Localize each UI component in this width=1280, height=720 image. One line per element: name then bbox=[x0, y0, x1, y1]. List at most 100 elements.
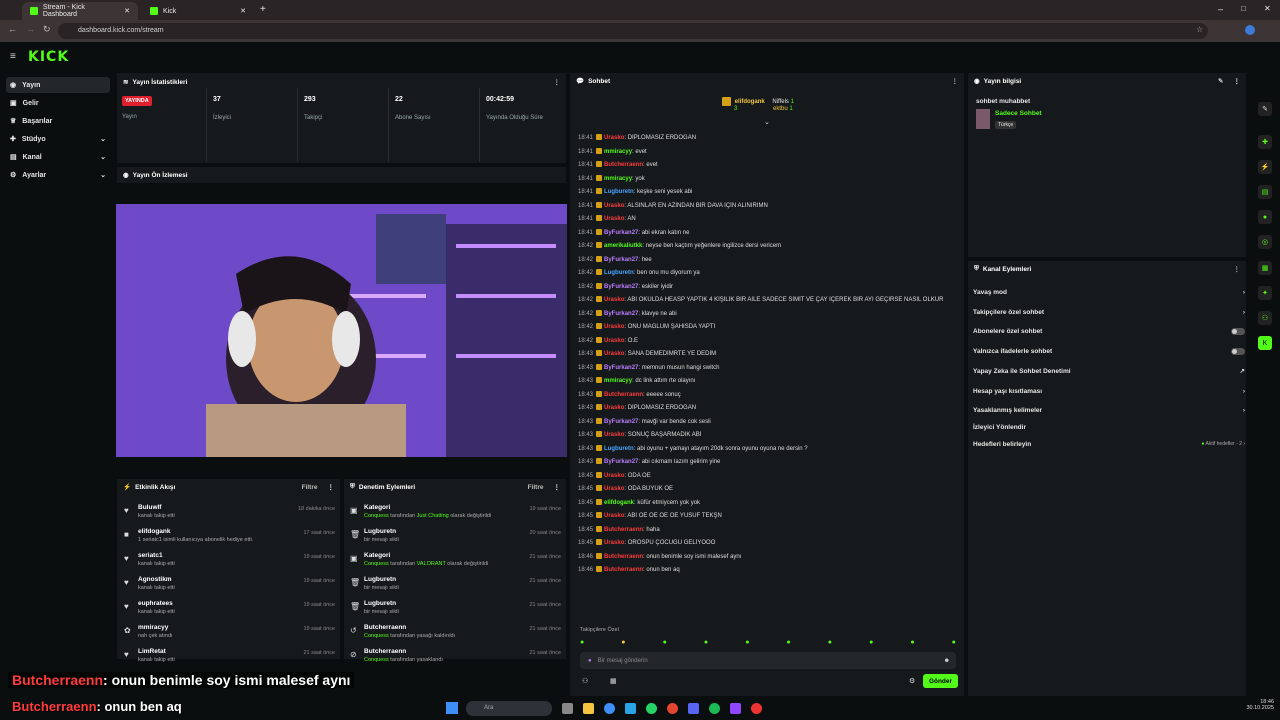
chat-username[interactable]: ByFurkan27 bbox=[604, 365, 638, 371]
chat-message[interactable]: 18:41 mmiracyy: yok bbox=[578, 174, 953, 183]
chat-username[interactable]: Urasko bbox=[604, 297, 624, 303]
action-emote-only[interactable]: Yalnızca ifadelerle sohbet bbox=[973, 344, 1245, 358]
action-goals[interactable]: Hedefleri belirleyin ● Aktif hedefler - 2… bbox=[973, 437, 1245, 451]
emote-icon[interactable]: ● bbox=[910, 639, 914, 646]
toggle-switch[interactable] bbox=[1231, 347, 1245, 355]
sidebar-item-kanal[interactable]: ▤ Kanal ⌄ bbox=[6, 149, 110, 165]
list-item[interactable]: ♥ Buluwlf kanalı takip etti 18 dakika önce bbox=[122, 504, 337, 528]
calendar-icon[interactable]: ▦ bbox=[610, 677, 617, 685]
new-tab-icon[interactable]: + bbox=[260, 4, 266, 15]
emoji-icon[interactable]: ☻ bbox=[944, 658, 950, 664]
list-item[interactable]: ✿ mmiracyy nah çek atındı 19 saat önce bbox=[122, 624, 337, 648]
chat-message[interactable]: 18:41 Urasko: AN bbox=[578, 215, 953, 223]
chat-tool-icon[interactable]: ● bbox=[1258, 210, 1272, 224]
emote-icon[interactable]: ● bbox=[745, 639, 749, 646]
emote-icon[interactable]: ● bbox=[828, 639, 832, 646]
chat-message[interactable]: 18:43 Urasko: SONUÇ BAŞARMADIK ABİ bbox=[578, 431, 953, 439]
chat-message[interactable]: 18:43 Butcherraenn: eeeee sonuç bbox=[578, 390, 953, 399]
broadcast-tool-icon[interactable]: ◎ bbox=[1258, 235, 1272, 249]
chat-username[interactable]: Urasko bbox=[604, 324, 624, 330]
table-row[interactable]: 🗑 Lugburetn bir mesajı sildi 21 saat önce bbox=[348, 600, 563, 624]
chat-username[interactable]: ByFurkan27 bbox=[604, 257, 638, 263]
more-options-icon[interactable]: ⋮ bbox=[554, 78, 561, 86]
table-row[interactable]: 🗑 Lugburetn bir mesajı sildi 21 saat önce bbox=[348, 576, 563, 600]
chat-message[interactable]: 18:42 Lugburetn: ben onu mu diyorum ya bbox=[578, 269, 953, 277]
chat-username[interactable]: ByFurkan27 bbox=[604, 284, 638, 290]
kick-tool-icon[interactable]: K bbox=[1258, 336, 1272, 350]
edit-icon[interactable]: ✎ bbox=[1218, 77, 1223, 85]
chat-username[interactable]: Butcherraenn bbox=[604, 392, 643, 398]
chat-message[interactable]: 18:41 Butcherraenn: evet bbox=[578, 161, 953, 169]
table-row[interactable]: ▣ Kategori Conquess tarafından Just Chatti… bbox=[348, 504, 563, 528]
chat-message[interactable]: 18:43 ByFurkan27: mavği var bende cok ses… bbox=[578, 417, 953, 426]
tab-kick[interactable]: Kick ✕ bbox=[142, 2, 254, 20]
chat-username[interactable]: Lugburetn bbox=[604, 270, 634, 276]
reload-icon[interactable]: ↻ bbox=[43, 24, 51, 35]
more-options-icon[interactable]: ⋮ bbox=[554, 483, 561, 491]
obs-icon[interactable] bbox=[751, 703, 762, 714]
chat-username[interactable]: ByFurkan27 bbox=[604, 419, 638, 425]
chat-username[interactable]: Urasko bbox=[604, 473, 624, 479]
chat-message[interactable]: 18:45 Urasko: ODA OE bbox=[578, 471, 953, 480]
chat-message[interactable]: 18:45 Urasko: ABİ OE OE OE OE YUSUF TEKŞN bbox=[578, 512, 953, 520]
emote-icon[interactable]: ● bbox=[704, 639, 708, 646]
gifter-name[interactable]: Niffels bbox=[772, 99, 789, 105]
sidebar-item-basarilar[interactable]: ♕ Başarılar bbox=[6, 113, 110, 129]
chat-username[interactable]: Lugburetn bbox=[604, 189, 634, 195]
chat-username[interactable]: amerikaliutkk bbox=[604, 243, 642, 249]
app-icon[interactable] bbox=[730, 703, 741, 714]
chat-message[interactable]: 18:46 Butcherraenn: onun benimle soy ismi… bbox=[578, 552, 953, 561]
close-tab-icon[interactable]: ✕ bbox=[124, 7, 130, 15]
more-options-icon[interactable]: ⋮ bbox=[328, 483, 335, 491]
maximize-icon[interactable]: □ bbox=[1241, 4, 1246, 13]
taskbar-search[interactable]: Ara bbox=[466, 701, 552, 716]
users-tool-icon[interactable]: ⚇ bbox=[1258, 311, 1272, 325]
toggle-switch[interactable] bbox=[1231, 327, 1245, 335]
action-slow-mode[interactable]: Yavaş mod › bbox=[973, 285, 1245, 299]
chat-message[interactable]: 18:45 Urasko: OROSPU ÇOCUĞU GELİYOOO bbox=[578, 539, 953, 547]
chat-username[interactable]: Butcherraenn bbox=[604, 527, 643, 533]
back-icon[interactable]: ← bbox=[8, 24, 17, 34]
action-subscribers-only[interactable]: Abonelere özel sohbet bbox=[973, 324, 1245, 338]
send-button[interactable]: Gönder bbox=[923, 674, 958, 688]
start-icon[interactable] bbox=[446, 702, 458, 714]
chat-username[interactable]: ByFurkan27 bbox=[604, 311, 638, 317]
action-followers-only[interactable]: Takipçilere özel sohbet › bbox=[973, 305, 1245, 319]
users-icon[interactable]: ⚇ bbox=[582, 677, 588, 685]
chevron-down-icon[interactable]: ⌄ bbox=[764, 118, 770, 126]
chat-username[interactable]: Urasko bbox=[604, 486, 624, 492]
table-row[interactable]: ↺ Butcherraenn Conquess tarafından yasağı … bbox=[348, 624, 563, 648]
minimize-icon[interactable]: – bbox=[1218, 4, 1223, 14]
chat-username[interactable]: Urasko bbox=[604, 351, 624, 357]
chat-message[interactable]: 18:42 ByFurkan27: klavye ne abi bbox=[578, 309, 953, 318]
chat-username[interactable]: Urasko bbox=[604, 513, 624, 519]
folder-icon[interactable] bbox=[583, 703, 594, 714]
tool-icon[interactable]: ✚ bbox=[1258, 135, 1272, 149]
sidebar-item-yayin[interactable]: ◉ Yayın bbox=[6, 77, 110, 93]
chat-username[interactable]: ByFurkan27 bbox=[604, 230, 638, 236]
more-options-icon[interactable]: ⋮ bbox=[1234, 77, 1241, 85]
chat-username[interactable]: ByFurkan27 bbox=[604, 459, 638, 465]
chat-username[interactable]: mmiracyy bbox=[604, 149, 632, 155]
chat-username[interactable]: Urasko bbox=[604, 540, 624, 546]
action-ai-moderation[interactable]: Yapay Zeka ile Sohbet Denetimi ↗ bbox=[973, 364, 1245, 378]
chat-message[interactable]: 18:46 Butcherraenn: onun ben aq bbox=[578, 566, 953, 574]
chat-message[interactable]: 18:45 elifdogank: küfür etmiycem yok yok bbox=[578, 498, 953, 507]
emote-icon[interactable]: ● bbox=[580, 639, 584, 646]
forward-icon[interactable]: → bbox=[26, 24, 35, 34]
close-tab-icon[interactable]: ✕ bbox=[240, 7, 246, 15]
action-raid[interactable]: İzleyici Yönlendir bbox=[973, 420, 1245, 434]
chat-username[interactable]: elifdogank bbox=[604, 500, 634, 506]
calendar-tool-icon[interactable]: ▦ bbox=[1258, 261, 1272, 275]
emote-icon[interactable]: ● bbox=[621, 639, 625, 646]
emote-icon[interactable]: ● bbox=[663, 639, 667, 646]
chat-username[interactable]: Urasko bbox=[604, 405, 624, 411]
lightning-icon[interactable]: ⚡ bbox=[1258, 160, 1272, 174]
spotify-icon[interactable] bbox=[709, 703, 720, 714]
wrench-icon[interactable]: ✦ bbox=[1258, 286, 1272, 300]
chat-username[interactable]: Urasko bbox=[604, 135, 624, 141]
kick-logo[interactable]: KICK bbox=[28, 49, 69, 65]
category-link[interactable]: Sadece Sohbet bbox=[995, 110, 1042, 117]
discord-icon[interactable] bbox=[688, 703, 699, 714]
action-banned-words[interactable]: Yasaklanmış kelimeler › bbox=[973, 403, 1245, 417]
